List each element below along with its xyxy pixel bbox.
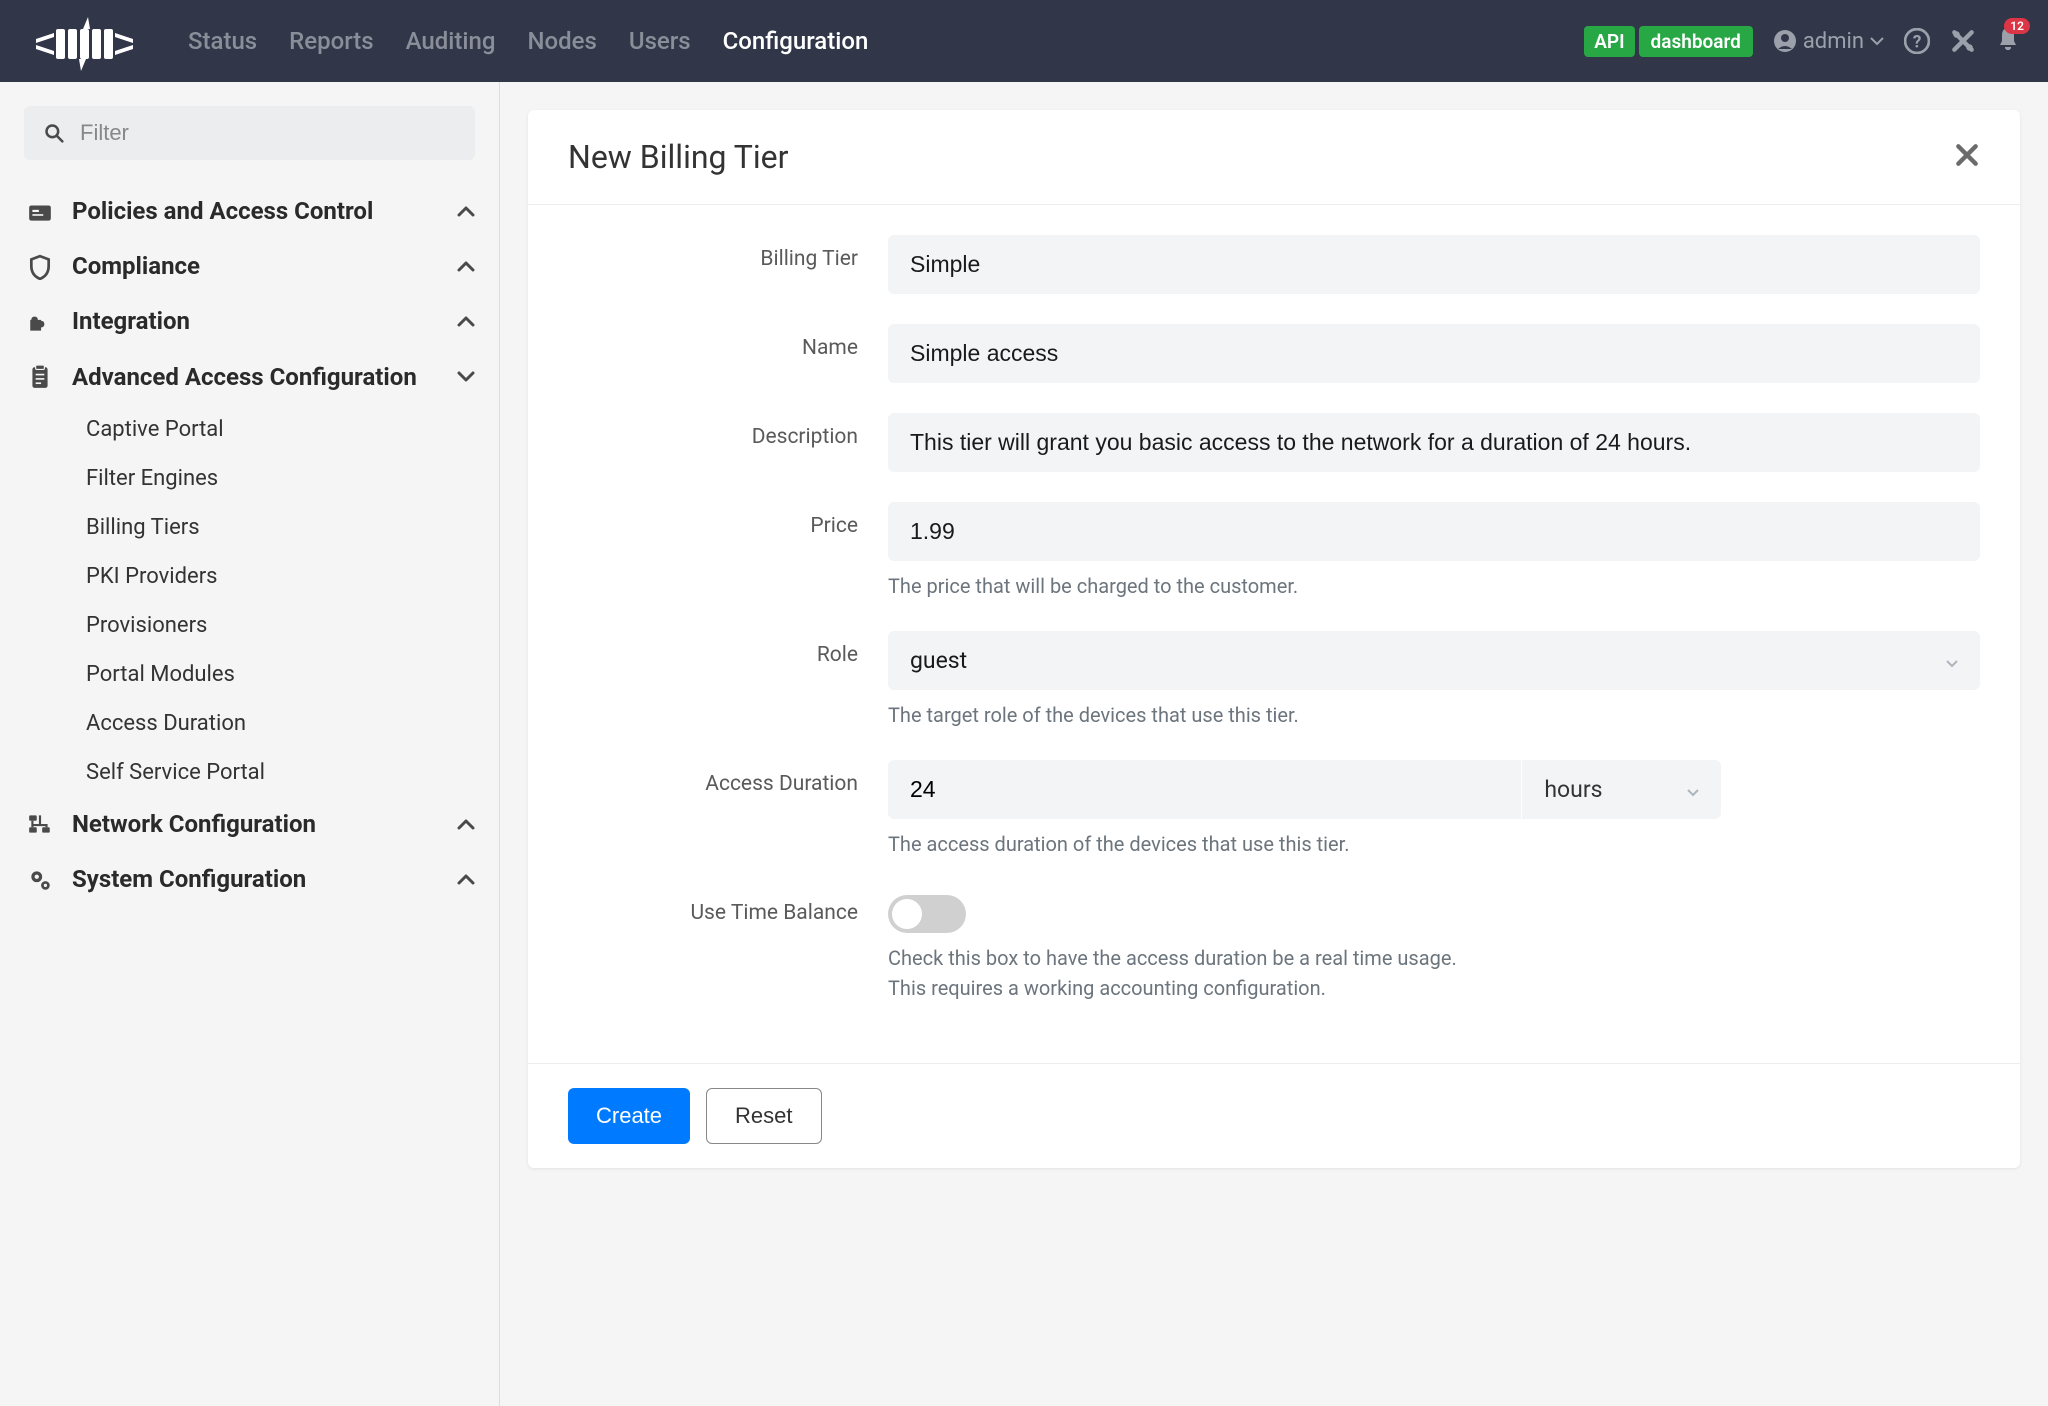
svg-text:?: ? [1913,33,1922,53]
card-footer: Create Reset [528,1063,2020,1168]
sidebar: Policies and Access Control Compliance I… [0,82,500,1406]
label-billing-tier: Billing Tier [568,235,888,294]
badge-api[interactable]: API [1584,26,1634,57]
nav-links: Status Reports Auditing Nodes Users Conf… [188,27,1584,55]
help-price: The price that will be charged to the cu… [888,571,1980,601]
sidebar-section-network[interactable]: Network Configuration [24,797,475,852]
shield-icon [24,254,56,280]
create-button[interactable]: Create [568,1088,690,1144]
select-role-value: guest [910,647,967,674]
chevron-up-icon [457,257,475,276]
sidebar-label: Compliance [72,251,441,282]
sidebar-section-advanced[interactable]: Advanced Access Configuration [24,350,475,405]
sidebar-label: Advanced Access Configuration [72,362,441,393]
filter-input[interactable] [80,120,455,146]
label-price: Price [568,502,888,601]
card: New Billing Tier Billing Tier Name [528,110,2020,1168]
close-button[interactable] [1954,138,1980,176]
network-icon [24,811,56,837]
sidebar-item-access-duration[interactable]: Access Duration [24,699,475,748]
gears-icon [24,867,56,893]
form-row-billing-tier: Billing Tier [568,235,1980,294]
sidebar-section-system[interactable]: System Configuration [24,852,475,907]
help-time-balance: Check this box to have the access durati… [888,943,1980,1003]
user-menu[interactable]: admin [1773,29,1884,54]
form-row-description: Description [568,413,1980,472]
card-header: New Billing Tier [528,110,2020,205]
form-row-price: Price The price that will be charged to … [568,502,1980,601]
filter-box[interactable] [24,106,475,160]
sidebar-item-billing-tiers[interactable]: Billing Tiers [24,503,475,552]
select-duration-unit[interactable]: hours [1521,760,1721,819]
clipboard-icon [24,364,56,390]
navbar-right: API dashboard admin ? 12 [1584,26,2020,57]
input-billing-tier[interactable] [888,235,1980,294]
notification-count: 12 [2004,18,2030,34]
sidebar-label: Integration [72,306,441,337]
help-role: The target role of the devices that use … [888,700,1980,730]
caret-down-icon [1946,647,1958,674]
sidebar-label: Network Configuration [72,809,441,840]
puzzle-icon [24,309,56,335]
chevron-up-icon [457,870,475,889]
nav-nodes[interactable]: Nodes [528,27,597,55]
badge-dashboard[interactable]: dashboard [1639,26,1753,57]
caret-down-icon [1870,36,1884,46]
form-row-role: Role guest The target role of the device… [568,631,1980,730]
select-role[interactable]: guest [888,631,1980,690]
user-name: admin [1803,29,1864,54]
form-row-access-duration: Access Duration hours The access duratio… [568,760,1980,859]
nav-auditing[interactable]: Auditing [406,27,496,55]
search-icon [44,123,64,143]
sidebar-section-policies[interactable]: Policies and Access Control [24,184,475,239]
label-role: Role [568,631,888,730]
main-content: New Billing Tier Billing Tier Name [500,82,2048,1406]
toggle-handle [892,899,922,929]
logo[interactable] [28,11,138,71]
duration-unit-value: hours [1544,776,1602,803]
label-time-balance: Use Time Balance [568,889,888,1003]
nav-reports[interactable]: Reports [289,27,373,55]
input-description[interactable] [888,413,1980,472]
sidebar-item-self-service[interactable]: Self Service Portal [24,748,475,797]
label-description: Description [568,413,888,472]
input-access-duration[interactable] [888,760,1521,819]
chevron-up-icon [457,312,475,331]
nav-configuration[interactable]: Configuration [723,27,869,55]
page-title: New Billing Tier [568,138,788,176]
sidebar-item-captive-portal[interactable]: Captive Portal [24,405,475,454]
sidebar-item-pki-providers[interactable]: PKI Providers [24,552,475,601]
nav-status[interactable]: Status [188,27,257,55]
form-row-time-balance: Use Time Balance Check this box to have … [568,889,1980,1003]
label-access-duration: Access Duration [568,760,888,859]
logo-icon [28,11,138,71]
input-name[interactable] [888,324,1980,383]
chevron-up-icon [457,815,475,834]
sidebar-section-integration[interactable]: Integration [24,294,475,349]
label-name: Name [568,324,888,383]
form-row-name: Name [568,324,1980,383]
card-body: Billing Tier Name Description [528,205,2020,1063]
sidebar-label: Policies and Access Control [72,196,441,227]
input-price[interactable] [888,502,1980,561]
chevron-up-icon [457,202,475,221]
chevron-down-icon [457,368,475,387]
card-icon [24,199,56,225]
caret-down-icon [1687,776,1699,803]
close-icon [1954,142,1980,168]
top-navbar: Status Reports Auditing Nodes Users Conf… [0,0,2048,82]
nav-users[interactable]: Users [629,27,691,55]
sidebar-section-compliance[interactable]: Compliance [24,239,475,294]
sidebar-item-provisioners[interactable]: Provisioners [24,601,475,650]
tools-icon[interactable] [1950,28,1976,54]
sidebar-label: System Configuration [72,864,441,895]
sidebar-item-filter-engines[interactable]: Filter Engines [24,454,475,503]
help-access-duration: The access duration of the devices that … [888,829,1980,859]
toggle-time-balance[interactable] [888,895,966,933]
user-icon [1773,29,1797,53]
reset-button[interactable]: Reset [706,1088,821,1144]
notification-bell[interactable]: 12 [1996,26,2020,56]
sidebar-item-portal-modules[interactable]: Portal Modules [24,650,475,699]
help-icon[interactable]: ? [1904,28,1930,54]
